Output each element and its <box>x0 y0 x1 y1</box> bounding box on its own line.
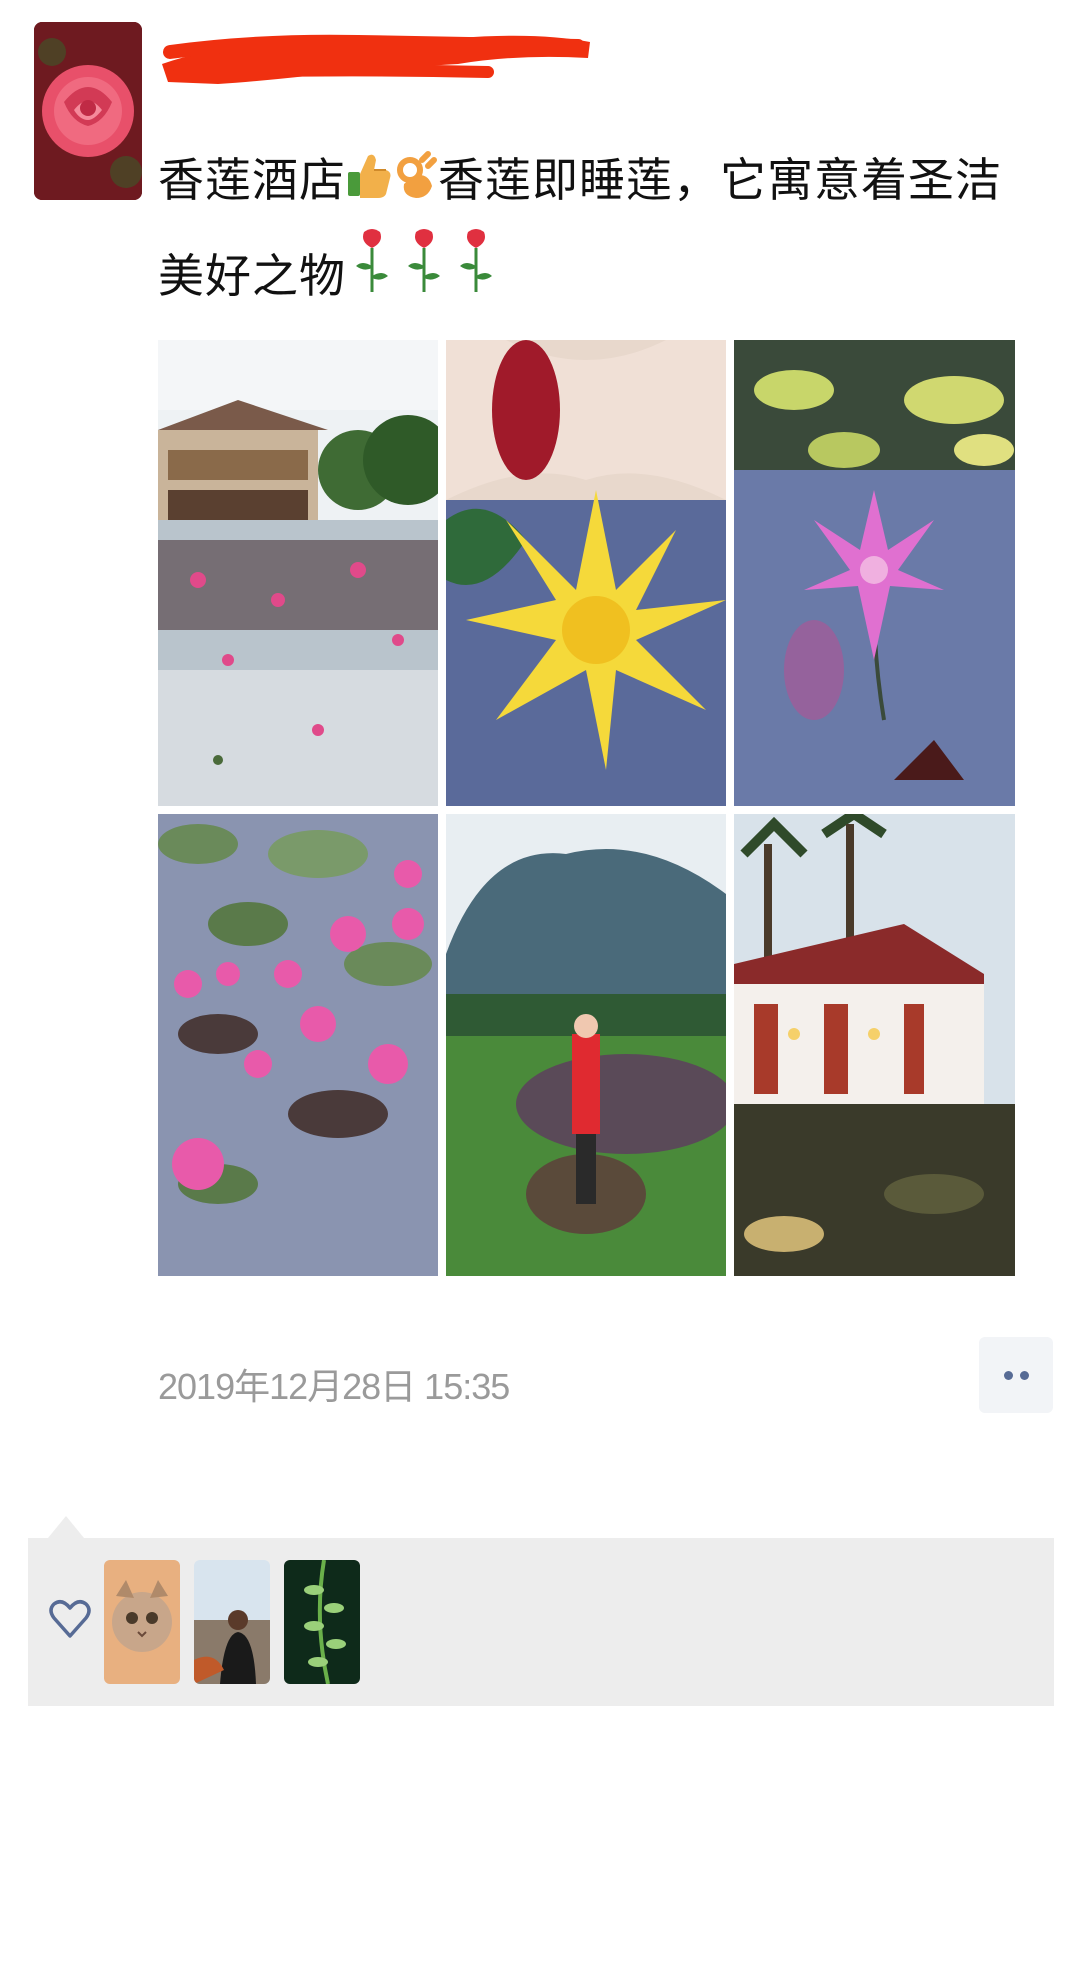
liker-avatar-cat[interactable] <box>104 1560 180 1684</box>
photo-woman-by-pond[interactable] <box>446 814 726 1276</box>
thumbs-up-icon <box>346 142 392 226</box>
post-text: 香莲酒店 香莲即睡莲，它寓意着圣洁美好之物 <box>158 138 1038 322</box>
more-dot-icon <box>1003 1370 1013 1380</box>
author-name-row[interactable] <box>158 24 598 90</box>
rose-icon <box>398 226 450 322</box>
redaction-scribble <box>158 24 598 90</box>
heart-outline-icon <box>48 1596 92 1642</box>
photo-yellow-water-lily[interactable] <box>446 340 726 806</box>
post-text-part1: 香莲酒店 <box>158 153 346 207</box>
post-timestamp: 2019年12月28日 15:35 <box>158 1366 510 1407</box>
more-dot-icon <box>1019 1370 1029 1380</box>
photo-pink-water-lily[interactable] <box>734 340 1015 806</box>
more-actions-button[interactable] <box>979 1337 1053 1413</box>
author-avatar[interactable] <box>34 22 142 200</box>
photo-pink-lotus-field[interactable] <box>158 814 438 1276</box>
rose-icon <box>346 226 398 322</box>
liker-avatar-plant[interactable] <box>284 1560 360 1684</box>
photo-grid <box>158 340 1015 1276</box>
liker-avatar-person[interactable] <box>194 1560 270 1684</box>
photo-hotel-building-evening[interactable] <box>734 814 1015 1276</box>
ok-hand-icon <box>392 142 438 226</box>
likes-panel <box>28 1538 1054 1706</box>
rose-icon <box>450 226 502 322</box>
likes-panel-notch <box>48 1516 84 1538</box>
photo-hotel-lotus-pond[interactable] <box>158 340 438 806</box>
